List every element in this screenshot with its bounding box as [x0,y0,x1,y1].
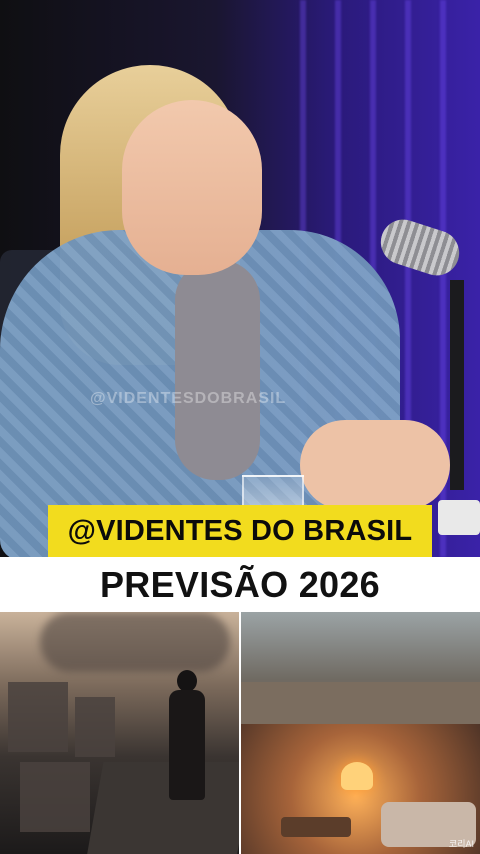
mic-stand [450,280,464,490]
video-watermark: @VIDENTESDOBRASIL [90,390,287,407]
person-silhouette-icon [165,670,210,800]
underground-shelter-image: 코리AI [241,612,480,854]
headline-strip: PREVISÃO 2026 [0,557,480,612]
hands [300,420,450,510]
channel-handle-text: @VIDENTES DO BRASIL [67,514,413,547]
podcast-video[interactable]: @VIDENTESDOBRASIL @VIDENTES DO BRASIL [0,0,480,557]
corner-tag: 코리AI [448,839,474,849]
city-ruins-image [0,612,239,854]
tray [438,500,480,535]
ground-layer [241,682,480,727]
headline-title: PREVISÃO 2026 [99,563,381,605]
rooftop-ledge [86,762,239,854]
short-video-frame[interactable]: @VIDENTESDOBRASIL @VIDENTES DO BRASIL PR… [0,0,480,854]
face [122,100,262,275]
channel-handle-banner: @VIDENTES DO BRASIL [48,505,432,557]
prediction-images: 코리AI [0,612,480,854]
fireplace-icon [341,762,373,790]
coffee-table [281,817,351,837]
shirt [175,260,260,480]
